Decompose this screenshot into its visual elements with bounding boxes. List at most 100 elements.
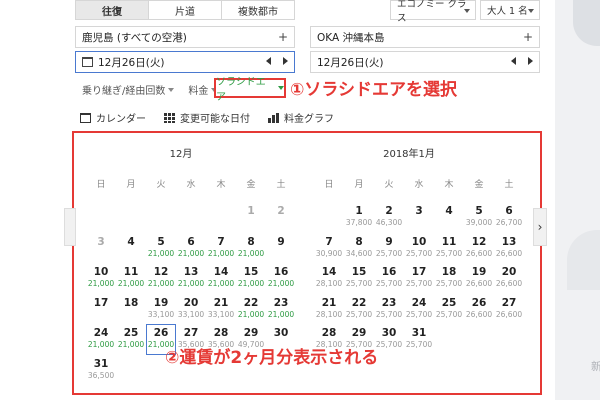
tab-flexible-dates[interactable]: 変更可能な日付: [164, 110, 250, 125]
day-cell[interactable]: 19 26,600: [464, 263, 494, 294]
day-cell[interactable]: 4: [116, 233, 146, 264]
day-cell[interactable]: 27 26,600: [494, 294, 524, 325]
tab-price-graph[interactable]: 料金グラフ: [268, 110, 334, 125]
day-price: 21,000: [87, 340, 115, 349]
airline-filter[interactable]: ソラシドエア: [214, 77, 286, 103]
day-price: 37,800: [345, 218, 373, 227]
day-cell[interactable]: 21 33,100: [206, 294, 236, 325]
tab-round-trip[interactable]: 往復: [76, 1, 149, 19]
day-cell[interactable]: 9 25,700: [374, 233, 404, 264]
day-cell[interactable]: 10 21,000: [86, 263, 116, 294]
weekday-label: 水: [414, 180, 424, 190]
day-price: 21,000: [237, 279, 265, 288]
day-number: 20: [501, 266, 517, 278]
day-cell[interactable]: 20 33,100: [176, 294, 206, 325]
tab-calendar[interactable]: カレンダー: [80, 110, 146, 125]
day-cell[interactable]: 8 21,000: [236, 233, 266, 264]
day-cell[interactable]: 18: [116, 294, 146, 325]
day-cell[interactable]: 9: [266, 233, 296, 264]
depart-date-field[interactable]: 12月26日(火): [75, 51, 295, 73]
day-cell[interactable]: 23 21,000: [266, 294, 296, 325]
day-cell[interactable]: 31 36,500: [86, 355, 116, 386]
plus-icon[interactable]: +: [278, 30, 288, 44]
day-cell[interactable]: 30 25,700: [374, 324, 404, 355]
day-cell: 2: [266, 202, 296, 233]
day-cell[interactable]: 26 26,600: [464, 294, 494, 325]
next-date-icon[interactable]: [283, 57, 288, 65]
day-cell[interactable]: 12 26,600: [464, 233, 494, 264]
day-cell[interactable]: 5 39,000: [464, 202, 494, 233]
day-price: 28,100: [315, 309, 343, 319]
weekday-label: 日: [96, 180, 106, 190]
day-price: 21,000: [147, 279, 175, 288]
day-cell[interactable]: 22 25,700: [344, 294, 374, 325]
day-cell[interactable]: 6 26,700: [494, 202, 524, 233]
stops-filter-label: 乗り継ぎ/経由回数: [82, 86, 166, 97]
tab-price-graph-label: 料金グラフ: [284, 114, 334, 125]
day-cell[interactable]: 22 21,000: [236, 294, 266, 325]
day-cell[interactable]: 13 26,600: [494, 233, 524, 264]
day-cell[interactable]: 31 25,700: [404, 324, 434, 355]
tab-one-way[interactable]: 片道: [149, 1, 222, 19]
day-cell[interactable]: 15 21,000: [236, 263, 266, 294]
day-cell[interactable]: 17 25,700: [404, 263, 434, 294]
day-cell[interactable]: 5 21,000: [146, 233, 176, 264]
next-date-icon[interactable]: [528, 57, 533, 65]
prev-month-button[interactable]: [64, 208, 76, 246]
day-cell[interactable]: 4: [434, 202, 464, 233]
day-number: 5: [157, 235, 165, 248]
day-cell[interactable]: 16 21,000: [266, 263, 296, 294]
day-cell[interactable]: 24 21,000: [86, 324, 116, 355]
return-date-field[interactable]: 12月26日(火): [310, 51, 540, 73]
annotation-select-airline: ①ソラシドエアを選択: [290, 80, 458, 100]
day-cell[interactable]: 8 34,600: [344, 233, 374, 264]
day-cell[interactable]: 18 25,700: [434, 263, 464, 294]
prev-date-icon[interactable]: [266, 57, 271, 65]
day-number: 23: [273, 296, 289, 309]
day-cell[interactable]: 2 46,300: [374, 202, 404, 233]
day-cell[interactable]: 15 25,700: [344, 263, 374, 294]
day-number: 18: [441, 266, 457, 278]
day-cell[interactable]: 19 33,100: [146, 294, 176, 325]
day-cell[interactable]: 17: [86, 294, 116, 325]
day-number: 12: [471, 235, 487, 248]
day-cell[interactable]: 10 25,700: [404, 233, 434, 264]
origin-field[interactable]: 鹿児島 (すべての空港) +: [75, 26, 295, 48]
cabin-class-select[interactable]: エコノミー クラス: [390, 0, 476, 24]
day-number: 7: [217, 235, 225, 248]
day-cell[interactable]: 3: [404, 202, 434, 233]
day-cell[interactable]: 14 21,000: [206, 263, 236, 294]
tab-multi-city[interactable]: 複数都市: [222, 1, 294, 19]
day-number: 14: [321, 266, 337, 278]
passengers-select[interactable]: 大人 1 名: [480, 0, 540, 20]
day-number: 9: [277, 235, 285, 248]
destination-field[interactable]: OKA 沖縄本島 +: [310, 26, 540, 48]
prev-date-icon[interactable]: [511, 57, 516, 65]
day-cell[interactable]: 11 21,000: [116, 263, 146, 294]
day-cell[interactable]: 23 25,700: [374, 294, 404, 325]
day-cell[interactable]: 11 25,700: [434, 233, 464, 264]
day-number: 27: [501, 296, 517, 309]
plus-icon[interactable]: +: [523, 30, 533, 44]
stops-filter[interactable]: 乗り継ぎ/経由回数: [82, 82, 175, 97]
day-cell[interactable]: 12 21,000: [146, 263, 176, 294]
day-cell[interactable]: 21 28,100: [314, 294, 344, 325]
day-price: 25,700: [405, 340, 433, 349]
next-month-button[interactable]: ›: [533, 208, 547, 246]
day-cell[interactable]: 7 30,900: [314, 233, 344, 264]
day-cell[interactable]: 24 25,700: [404, 294, 434, 325]
day-cell[interactable]: 14 28,100: [314, 263, 344, 294]
day-number: 8: [355, 235, 363, 248]
day-number: 28: [321, 327, 337, 339]
day-number: 30: [273, 327, 289, 339]
day-cell[interactable]: 25 25,700: [434, 294, 464, 325]
day-cell[interactable]: 6 21,000: [176, 233, 206, 264]
day-cell[interactable]: 20 26,600: [494, 263, 524, 294]
day-cell[interactable]: 25 21,000: [116, 324, 146, 355]
day-cell[interactable]: 13 21,000: [176, 263, 206, 294]
day-cell[interactable]: 7 21,000: [206, 233, 236, 264]
destination-value: OKA 沖縄本島: [317, 31, 385, 44]
day-cell[interactable]: 16 25,700: [374, 263, 404, 294]
day-cell[interactable]: 1 37,800: [344, 202, 374, 233]
empty-day-cell: [314, 202, 344, 233]
